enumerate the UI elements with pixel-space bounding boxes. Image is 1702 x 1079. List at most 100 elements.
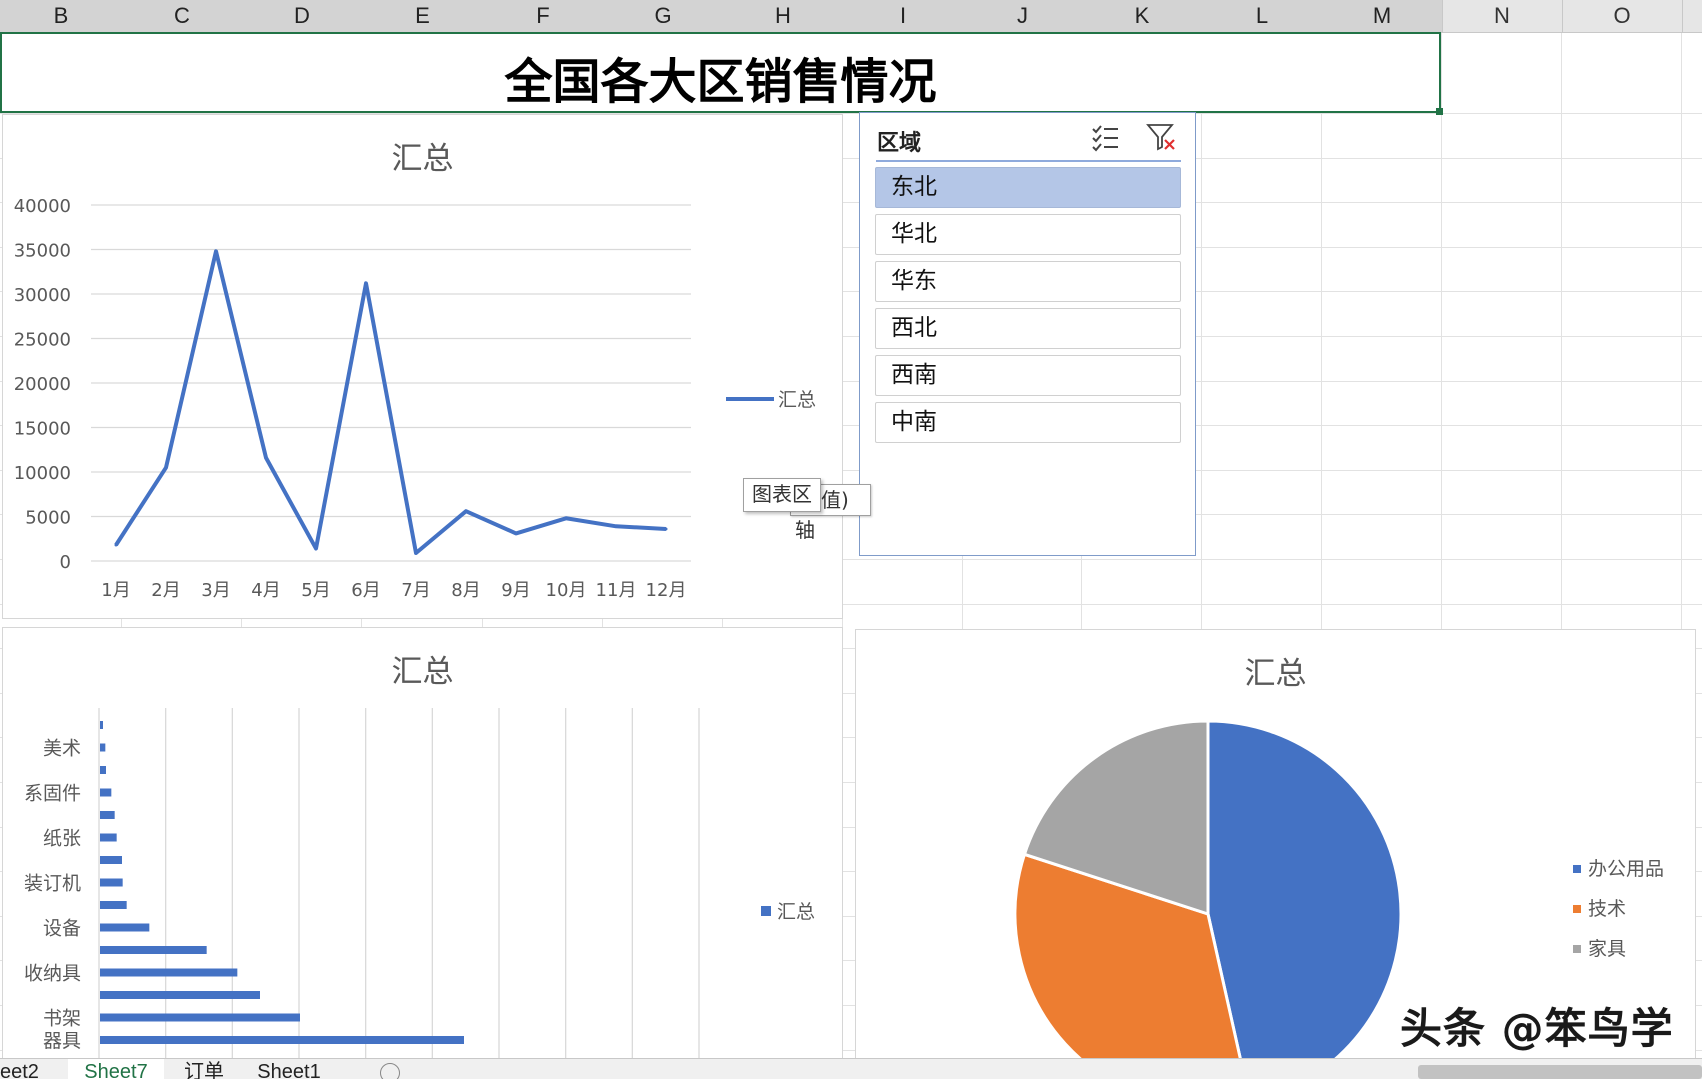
sheet-tab-bar: eet2 Sheet7 订单 Sheet1	[0, 1058, 1702, 1079]
bar[interactable]	[100, 833, 117, 842]
bar[interactable]	[100, 878, 123, 887]
y-tick-label: 40000	[14, 196, 71, 217]
fill-handle[interactable]	[1436, 108, 1443, 115]
bar-chart[interactable]: 汇总 美术 系固件 纸张 装订机 设备 收纳具 书架 器具 汇总	[2, 627, 843, 1068]
column-header-j[interactable]: J	[963, 0, 1083, 32]
add-sheet-icon[interactable]	[380, 1063, 400, 1079]
x-tick-label: 10月	[546, 580, 587, 601]
bar[interactable]	[100, 856, 122, 864]
x-tick-label: 11月	[596, 580, 637, 601]
bar[interactable]	[100, 1036, 464, 1044]
bar[interactable]	[100, 968, 238, 977]
y-tick-label: 30000	[14, 285, 71, 306]
y-category-label: 美术	[43, 738, 81, 760]
column-header-k[interactable]: K	[1082, 0, 1203, 32]
slicer-item[interactable]: 华东	[875, 261, 1181, 302]
sheet-title: 全国各大区销售情况	[504, 54, 937, 110]
y-tick-label: 10000	[14, 463, 71, 484]
column-header-f[interactable]: F	[483, 0, 604, 32]
data-point[interactable]	[664, 527, 668, 531]
tab-sheet2[interactable]: eet2	[0, 1059, 60, 1079]
x-tick-label: 8月	[451, 580, 480, 601]
legend-label: 家具	[1588, 938, 1626, 960]
x-tick-label: 2月	[151, 580, 180, 601]
column-header-e[interactable]: E	[362, 0, 484, 32]
x-tick-label: 3月	[201, 580, 230, 601]
data-point[interactable]	[364, 281, 368, 285]
data-point[interactable]	[214, 249, 218, 253]
series-line[interactable]	[114, 249, 667, 555]
title-cell[interactable]: 全国各大区销售情况	[0, 32, 1441, 113]
tab-sheet1[interactable]: Sheet1	[244, 1059, 334, 1079]
bar[interactable]	[100, 743, 106, 752]
horizontal-scrollbar[interactable]	[1418, 1065, 1702, 1079]
column-header-c[interactable]: C	[122, 0, 243, 32]
y-tick-label: 20000	[14, 374, 71, 395]
clear-filter-icon[interactable]	[1145, 121, 1177, 153]
legend-square-icon	[761, 906, 771, 916]
tab-sheet7[interactable]: Sheet7	[68, 1059, 164, 1079]
bar[interactable]	[100, 1013, 300, 1022]
column-header-g[interactable]: G	[603, 0, 724, 32]
column-header-h[interactable]: H	[723, 0, 844, 32]
data-point[interactable]	[314, 547, 318, 551]
legend-label: 汇总	[777, 901, 815, 923]
bar[interactable]	[100, 923, 150, 932]
slicer-item[interactable]: 西南	[875, 355, 1181, 396]
y-category-label: 设备	[43, 918, 81, 940]
column-header-i[interactable]: I	[843, 0, 964, 32]
y-category-label: 纸张	[43, 828, 81, 850]
legend-square-icon	[1573, 945, 1581, 953]
bar-chart-plot: 美术系固件纸张装订机设备收纳具书架器具 汇总	[24, 708, 815, 1068]
bar[interactable]	[100, 788, 112, 797]
x-tick-label: 6月	[351, 580, 380, 601]
column-header-b[interactable]: B	[0, 0, 123, 32]
column-header-m[interactable]: M	[1322, 0, 1443, 32]
x-tick-label: 5月	[301, 580, 330, 601]
y-category-label: 装订机	[24, 873, 81, 895]
data-point[interactable]	[514, 531, 518, 535]
pie-slice[interactable]	[1206, 719, 1403, 1070]
watermark: 头条 @笨鸟学	[1400, 1004, 1674, 1053]
slicer-item[interactable]: 西北	[875, 308, 1181, 349]
bar[interactable]	[100, 991, 260, 999]
data-point[interactable]	[464, 509, 468, 513]
x-tick-label: 7月	[401, 580, 430, 601]
bar[interactable]	[100, 946, 207, 954]
slicer-item[interactable]: 东北	[875, 167, 1181, 208]
line-chart[interactable]: 汇总 40000 35000 30000 25000 20000 15000 10000 50…	[2, 114, 843, 619]
region-slicer[interactable]: 区域 东北华北华东西北西南中南	[859, 112, 1196, 556]
line-chart-plot: 40000 35000 30000 25000 20000 15000 10000 5000 0…	[14, 196, 816, 601]
column-header-l[interactable]: L	[1202, 0, 1323, 32]
x-tick-label: 12月	[646, 580, 687, 601]
data-point[interactable]	[614, 524, 618, 528]
legend-label: 办公用品	[1588, 858, 1664, 880]
data-point[interactable]	[114, 543, 118, 547]
data-point[interactable]	[414, 551, 418, 555]
data-point[interactable]	[164, 466, 168, 470]
slicer-item[interactable]: 华北	[875, 214, 1181, 255]
chart-area-tooltip: 图表区	[743, 478, 821, 512]
slicer-title: 区域	[877, 131, 922, 156]
bar[interactable]	[100, 721, 103, 729]
legend-label: 技术	[1588, 898, 1626, 920]
bar[interactable]	[100, 901, 127, 909]
y-category-label: 系固件	[24, 783, 81, 805]
column-header-n[interactable]: N	[1442, 0, 1563, 32]
bar[interactable]	[100, 811, 115, 819]
slicer-separator	[876, 160, 1181, 162]
legend-square-icon	[1573, 865, 1581, 873]
y-tick-label: 15000	[14, 419, 71, 440]
tab-orders[interactable]: 订单	[174, 1059, 234, 1079]
x-tick-label: 1月	[101, 580, 130, 601]
y-category-label: 器具	[43, 1030, 81, 1052]
column-header-d[interactable]: D	[242, 0, 363, 32]
bar[interactable]	[100, 766, 106, 774]
data-point[interactable]	[264, 456, 268, 460]
data-point[interactable]	[564, 516, 568, 520]
column-header-o[interactable]: O	[1562, 0, 1683, 32]
multi-select-icon[interactable]	[1090, 123, 1120, 153]
y-category-label: 书架	[43, 1008, 81, 1030]
slicer-item[interactable]: 中南	[875, 402, 1181, 443]
y-tick-label: 25000	[14, 330, 71, 351]
